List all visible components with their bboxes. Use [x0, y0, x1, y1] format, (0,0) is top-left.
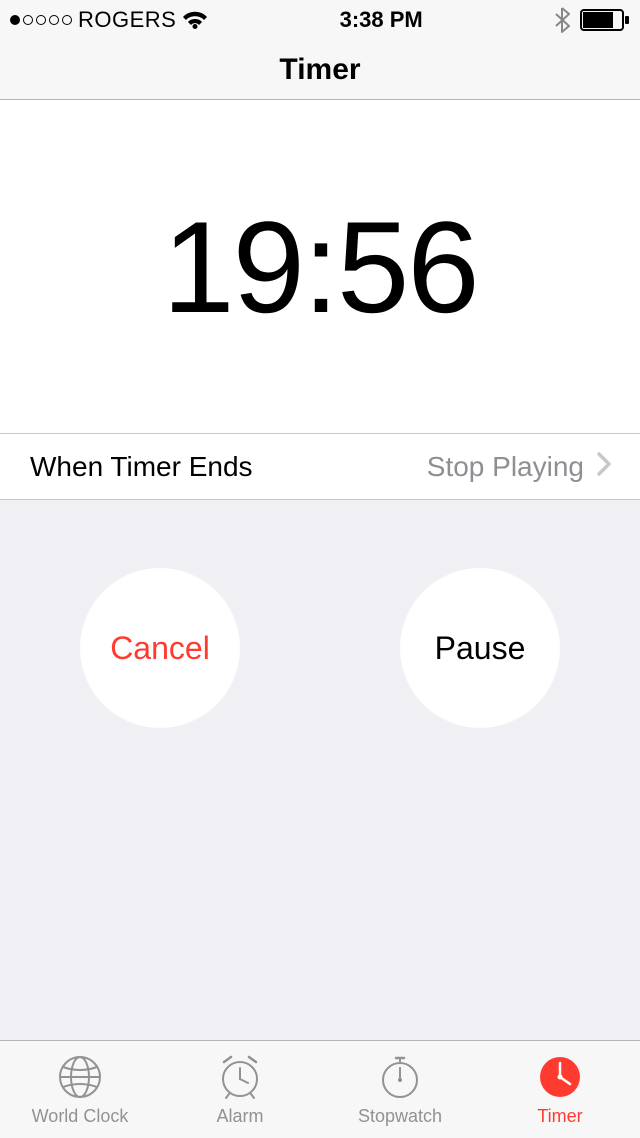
tab-label: World Clock: [32, 1106, 129, 1127]
when-timer-ends-row[interactable]: When Timer Ends Stop Playing: [0, 434, 640, 500]
nav-header: Timer: [0, 40, 640, 100]
tab-label: Stopwatch: [358, 1106, 442, 1127]
tab-stopwatch[interactable]: Stopwatch: [320, 1041, 480, 1138]
carrier-label: ROGERS: [78, 7, 176, 33]
globe-icon: [55, 1052, 105, 1102]
tab-world-clock[interactable]: World Clock: [0, 1041, 160, 1138]
page-title: Timer: [279, 53, 360, 87]
timer-display-area: 19:56: [0, 100, 640, 434]
tab-label: Timer: [537, 1106, 582, 1127]
tab-label: Alarm: [216, 1106, 263, 1127]
stopwatch-icon: [375, 1052, 425, 1102]
when-timer-ends-value: Stop Playing: [427, 451, 584, 483]
tab-bar: World Clock Alarm Stopwatch Timer: [0, 1040, 640, 1138]
timer-countdown: 19:56: [162, 192, 477, 342]
when-timer-ends-label: When Timer Ends: [30, 451, 427, 483]
buttons-area: Cancel Pause: [0, 500, 640, 1040]
tab-timer[interactable]: Timer: [480, 1041, 640, 1138]
tab-alarm[interactable]: Alarm: [160, 1041, 320, 1138]
chevron-right-icon: [596, 451, 612, 482]
cancel-button[interactable]: Cancel: [80, 568, 240, 728]
status-bar: ROGERS 3:38 PM: [0, 0, 640, 40]
signal-strength-icon: [10, 15, 72, 25]
bluetooth-icon: [554, 7, 570, 33]
pause-button[interactable]: Pause: [400, 568, 560, 728]
alarm-clock-icon: [215, 1052, 265, 1102]
wifi-icon: [182, 10, 208, 30]
timer-icon: [535, 1052, 585, 1102]
battery-icon: [580, 9, 630, 31]
status-time: 3:38 PM: [340, 7, 423, 33]
